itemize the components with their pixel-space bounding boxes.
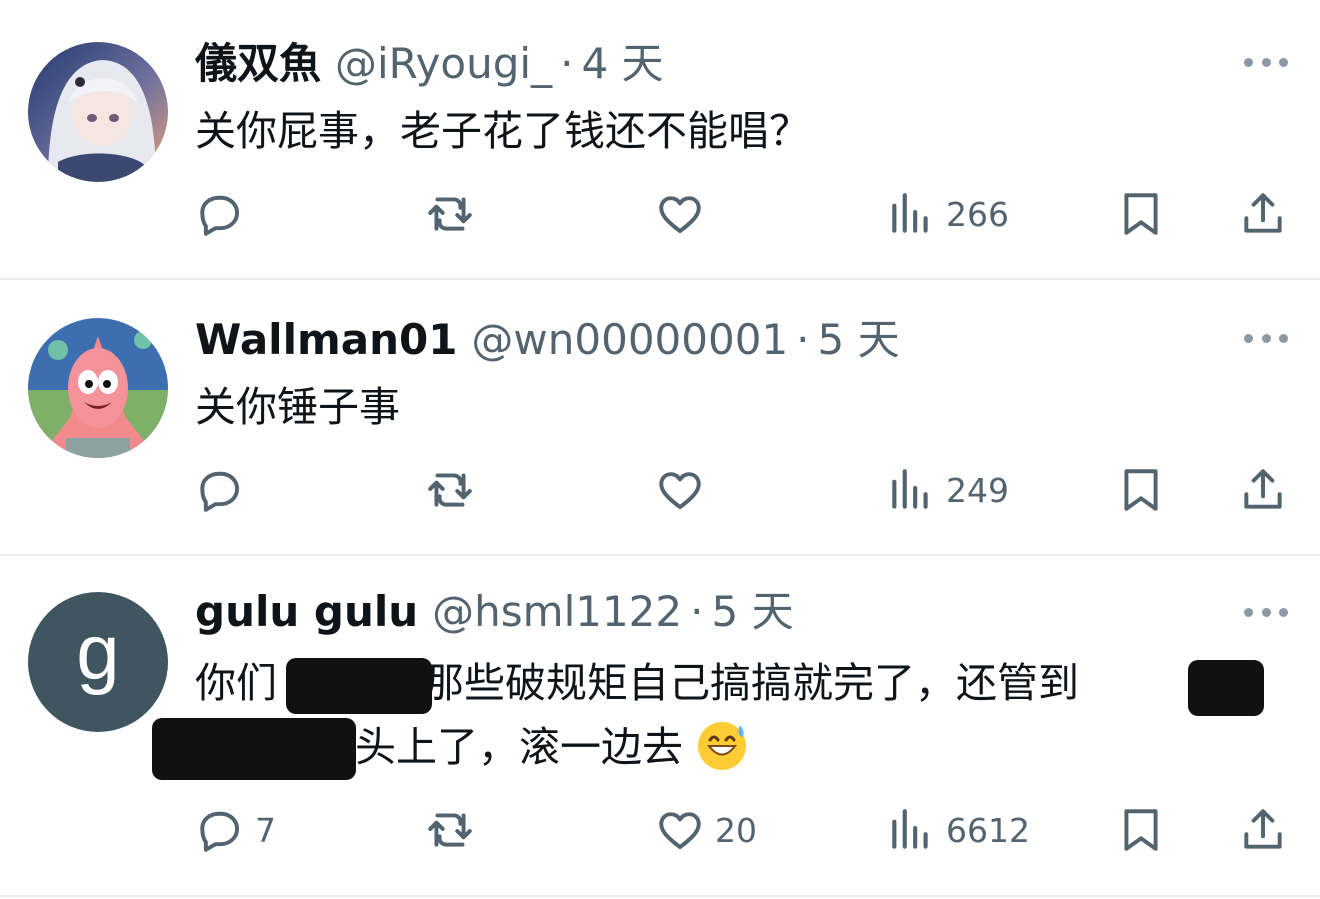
views-button[interactable]: 249 (886, 460, 1009, 520)
bookmark-button[interactable] (1116, 460, 1166, 520)
action-bar: 249 (0, 460, 1320, 520)
share-button[interactable] (1238, 184, 1288, 244)
views-icon (892, 469, 928, 509)
bookmark-icon (1124, 809, 1158, 851)
share-button[interactable] (1238, 800, 1288, 860)
view-count: 6612 (946, 810, 1030, 850)
display-name[interactable]: 儀双魚 (195, 36, 321, 92)
tweet[interactable]: g gulu gulu @hsml1122 · 5 天 你们 那些破规矩自己搞搞就… (0, 556, 1320, 899)
user-handle[interactable]: @wn00000001 (471, 312, 788, 368)
more-icon[interactable] (1244, 328, 1288, 348)
anime-girl-avatar-icon (28, 42, 168, 182)
share-button[interactable] (1238, 460, 1288, 520)
reply-button[interactable]: 7 (195, 800, 276, 860)
reply-count: 7 (255, 810, 276, 850)
more-icon[interactable] (1244, 52, 1288, 72)
like-icon (659, 812, 701, 850)
views-button[interactable]: 266 (886, 184, 1009, 244)
avatar[interactable]: g (28, 592, 168, 732)
action-bar: 266 (0, 184, 1320, 244)
share-icon (1244, 809, 1282, 849)
tweet-text: 关你屁事，老子花了钱还不能唱？ (195, 100, 810, 162)
like-icon (659, 196, 701, 234)
display-name[interactable]: Wallman01 (195, 312, 457, 368)
separator-dot: · (690, 587, 704, 636)
tweet-text-line: 关你屁事，老子花了钱还不能唱？ (195, 107, 810, 155)
tweet-text-line: 头上了，滚一边去 (355, 723, 683, 771)
user-handle[interactable]: @hsml1122 (432, 584, 682, 640)
redaction-mark (1188, 660, 1264, 716)
separator-dot: · (796, 315, 810, 364)
like-button[interactable]: 20 (655, 800, 757, 860)
like-count: 20 (715, 810, 757, 850)
timestamp[interactable]: 5 天 (712, 584, 794, 640)
share-icon (1244, 469, 1282, 509)
display-name[interactable]: gulu gulu (195, 584, 418, 640)
bookmark-button[interactable] (1116, 800, 1166, 860)
tweet-text: 头上了，滚一边去 (355, 716, 748, 778)
retweet-button[interactable] (425, 184, 485, 244)
retweet-icon (428, 473, 472, 507)
views-icon (892, 809, 928, 849)
reply-button[interactable] (195, 184, 255, 244)
like-button[interactable] (655, 460, 715, 520)
tweet[interactable]: 儀双魚 @iRyougi_ · 4 天 关你屁事，老子花了钱还不能唱？ 266 (0, 0, 1320, 278)
reply-icon (200, 811, 240, 852)
timestamp[interactable]: 5 天 (818, 312, 900, 368)
timestamp[interactable]: 4 天 (581, 36, 663, 92)
patrick-star-avatar-icon (28, 318, 168, 458)
avatar[interactable] (28, 42, 168, 182)
retweet-button[interactable] (425, 800, 485, 860)
user-handle[interactable]: @iRyougi_ (335, 36, 552, 92)
tweet[interactable]: Wallman01 @wn00000001 · 5 天 关你锤子事 249 (0, 280, 1320, 554)
redaction-mark (152, 718, 356, 780)
avatar[interactable] (28, 318, 168, 458)
more-icon[interactable] (1244, 602, 1288, 622)
retweet-icon (428, 813, 472, 847)
view-count: 266 (946, 194, 1009, 234)
avatar-letter: g (76, 608, 120, 696)
retweet-button[interactable] (425, 460, 485, 520)
divider (0, 895, 1320, 897)
reply-icon (200, 195, 240, 236)
tweet-header: Wallman01 @wn00000001 · 5 天 (195, 312, 900, 368)
tweet-header: gulu gulu @hsml1122 · 5 天 (195, 584, 794, 640)
bookmark-button[interactable] (1116, 184, 1166, 244)
reply-feed: 儀双魚 @iRyougi_ · 4 天 关你屁事，老子花了钱还不能唱？ 266 … (0, 0, 1320, 899)
bookmark-icon (1124, 469, 1158, 511)
tweet-text-line: 关你锤子事 (195, 383, 400, 431)
tweet-text: 关你锤子事 (195, 376, 400, 438)
view-count: 249 (946, 470, 1009, 510)
redaction-mark (286, 658, 432, 714)
tweet-text-part: 你们 (195, 659, 277, 707)
separator-dot: · (560, 39, 574, 88)
tweet-header: 儀双魚 @iRyougi_ · 4 天 (195, 36, 664, 92)
reply-button[interactable] (195, 460, 255, 520)
views-button[interactable]: 6612 (886, 800, 1030, 860)
share-icon (1244, 193, 1282, 233)
like-icon (659, 472, 701, 510)
tweet-text-part: 那些破规矩自己搞搞就完了，还管到 (423, 659, 1079, 707)
grinning-sweat-emoji-icon (698, 722, 747, 770)
retweet-icon (428, 197, 472, 231)
reply-icon (200, 471, 240, 512)
bookmark-icon (1124, 193, 1158, 235)
action-bar: 7 20 6612 (0, 800, 1320, 860)
like-button[interactable] (655, 184, 715, 244)
views-icon (892, 193, 928, 233)
